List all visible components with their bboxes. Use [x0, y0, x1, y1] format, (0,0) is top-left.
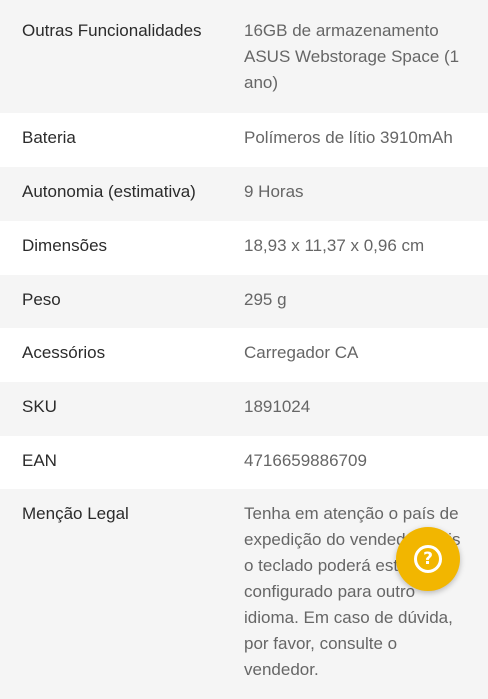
- spec-value: 16GB de armazenamento ASUS Webstorage Sp…: [244, 21, 460, 92]
- spec-row-bateria: Bateria Polímeros de lítio 3910mAh: [0, 113, 488, 167]
- spec-label: Autonomia (estimativa): [22, 182, 196, 201]
- spec-value: Polímeros de lítio 3910mAh: [244, 128, 453, 147]
- spec-label: Menção Legal: [22, 504, 129, 523]
- spec-row-ean: EAN 4716659886709: [0, 436, 488, 489]
- help-button[interactable]: ?: [396, 527, 460, 591]
- spec-value: 1891024: [244, 397, 311, 416]
- spec-label: Bateria: [22, 128, 76, 147]
- spec-row-dimensoes: Dimensões 18,93 x 11,37 x 0,96 cm: [0, 221, 488, 275]
- spec-label: EAN: [22, 451, 57, 470]
- spec-row-acessorios: Acessórios Carregador CA: [0, 328, 488, 382]
- spec-row-sku: SKU 1891024: [0, 382, 488, 436]
- spec-value: Carregador CA: [244, 343, 359, 362]
- specifications-table: Outras Funcionalidades 16GB de armazenam…: [0, 0, 488, 699]
- spec-row-outras-funcionalidades: Outras Funcionalidades 16GB de armazenam…: [0, 0, 488, 113]
- spec-value: 295 g: [244, 290, 287, 309]
- spec-label: Peso: [22, 290, 61, 309]
- spec-label: Outras Funcionalidades: [22, 21, 202, 40]
- spec-row-mencao-legal: Menção Legal Tenha em atenção o país de …: [0, 489, 488, 699]
- spec-label: Acessórios: [22, 343, 106, 362]
- question-circle-icon: ?: [414, 545, 442, 573]
- spec-row-autonomia: Autonomia (estimativa) 9 Horas: [0, 167, 488, 221]
- spec-label: Dimensões: [22, 236, 108, 255]
- spec-value: 9 Horas: [244, 182, 304, 201]
- spec-value: 18,93 x 11,37 x 0,96 cm: [244, 236, 425, 255]
- spec-label: SKU: [22, 397, 57, 416]
- spec-row-peso: Peso 295 g: [0, 275, 488, 328]
- spec-value: 4716659886709: [244, 451, 367, 470]
